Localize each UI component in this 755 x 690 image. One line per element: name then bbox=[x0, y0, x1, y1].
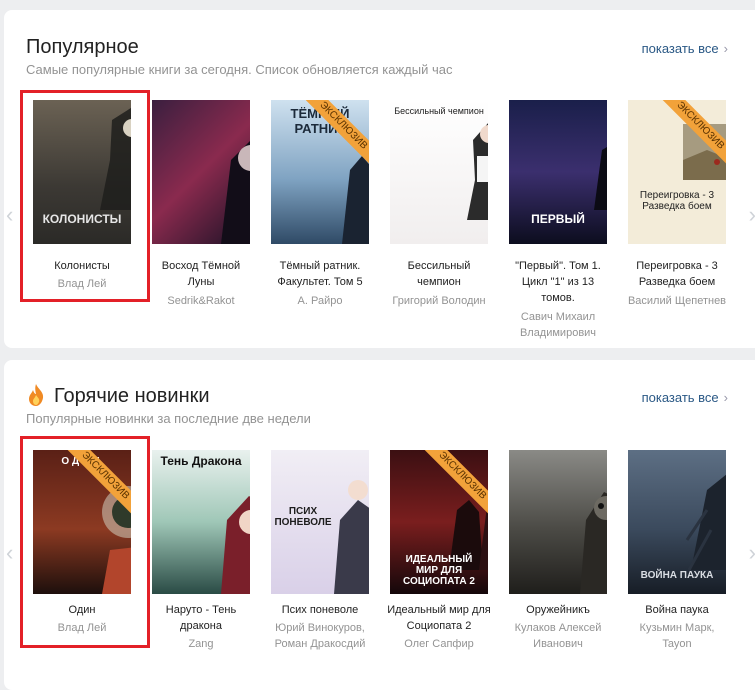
highlight-box bbox=[20, 90, 150, 302]
book-cover[interactable]: ИДЕАЛЬНЫЙ МИР ДЛЯ СОЦИОПАТА 2 ЭКСКЛЮЗИВ bbox=[390, 450, 488, 594]
book-title[interactable]: "Первый". Том 1. Цикл "1" из 13 томов. bbox=[499, 258, 617, 306]
section-subtitle: Популярные новинки за последние две неде… bbox=[26, 411, 311, 426]
book-cover[interactable]: ВОЙНА ПАУКА bbox=[628, 450, 726, 594]
carousel-prev-icon[interactable]: ‹ bbox=[6, 202, 13, 228]
cover-text: Переигровка - 3 Разведка боем bbox=[639, 190, 715, 212]
cover-art bbox=[221, 141, 250, 244]
show-all-link[interactable]: показать все › bbox=[642, 41, 728, 56]
section-title: Популярное bbox=[26, 36, 139, 58]
book-title[interactable]: Псих поневоле bbox=[261, 602, 379, 618]
carousel-next-icon[interactable]: › bbox=[749, 202, 755, 228]
book-author[interactable]: А. Райро bbox=[261, 293, 379, 309]
section-title: Горячие новинки bbox=[54, 385, 210, 407]
chevron-right-icon: › bbox=[723, 390, 728, 405]
book-title[interactable]: Переигровка - 3 Разведка боем bbox=[618, 258, 736, 290]
book-title[interactable]: Идеальный мир для Социопата 2 bbox=[380, 602, 498, 634]
hot-new-section: Горячие новинки Популярные новинки за по… bbox=[4, 360, 755, 690]
book-title[interactable]: Наруто - Тень дракона bbox=[142, 602, 260, 634]
book-author[interactable]: Савич Михаил Владимирович bbox=[499, 309, 617, 341]
cover-art bbox=[467, 123, 488, 220]
book-title[interactable]: Оружейникъ bbox=[499, 602, 617, 618]
book-cover[interactable]: ПЕРВЫЙ bbox=[509, 100, 607, 244]
book-title[interactable]: Война паука bbox=[618, 602, 736, 618]
book-title[interactable]: Тёмный ратник. Факультет. Том 5 bbox=[261, 258, 379, 290]
cover-text: ПСИХ ПОНЕВОЛЕ bbox=[274, 506, 332, 528]
book-cover[interactable] bbox=[509, 450, 607, 594]
book-author[interactable]: Zang bbox=[142, 636, 260, 652]
cover-art bbox=[221, 496, 250, 594]
book-author[interactable]: Василий Щепетнев bbox=[618, 293, 736, 309]
book-title[interactable]: Бессильный чемпион bbox=[380, 258, 498, 290]
chevron-right-icon: › bbox=[723, 41, 728, 56]
fire-icon bbox=[29, 384, 44, 406]
book-cover[interactable]: ПСИХ ПОНЕВОЛЕ bbox=[271, 450, 369, 594]
book-cover[interactable] bbox=[152, 100, 250, 244]
highlight-box bbox=[20, 436, 150, 648]
popular-section: Популярное Самые популярные книги за сег… bbox=[4, 10, 755, 348]
book-author[interactable]: Sedrik&Rakot bbox=[142, 293, 260, 309]
book-author[interactable]: Кулаков Алексей Иванович bbox=[499, 620, 617, 652]
book-cover[interactable]: Переигровка - 3 Разведка боем ЭКСКЛЮЗИВ bbox=[628, 100, 726, 244]
book-cover[interactable]: Бессильный чемпион bbox=[390, 100, 488, 244]
cover-art bbox=[580, 492, 607, 594]
book-author[interactable]: Кузьмин Марк, Tayon bbox=[618, 620, 736, 652]
book-author[interactable]: Юрий Винокуров, Роман Дракосдий bbox=[261, 620, 379, 652]
section-subtitle: Самые популярные книги за сегодня. Списо… bbox=[26, 62, 453, 77]
book-title[interactable]: Восход Тёмной Луны bbox=[142, 258, 260, 290]
cover-text: ВОЙНА ПАУКА bbox=[640, 570, 714, 581]
book-author[interactable]: Григорий Володин bbox=[380, 293, 498, 309]
book-cover[interactable]: ТЁМНЫЙ РАТНИК ЭКСКЛЮЗИВ bbox=[271, 100, 369, 244]
show-all-link[interactable]: показать все › bbox=[642, 390, 728, 405]
book-author[interactable]: Олег Сапфир bbox=[380, 636, 498, 652]
cover-text: ПЕРВЫЙ bbox=[531, 212, 585, 226]
carousel-next-icon[interactable]: › bbox=[749, 540, 755, 566]
cover-text: ИДЕАЛЬНЫЙ МИР ДЛЯ СОЦИОПАТА 2 bbox=[403, 554, 475, 587]
carousel-prev-icon[interactable]: ‹ bbox=[6, 540, 13, 566]
book-cover[interactable]: Тень Дракона bbox=[152, 450, 250, 594]
